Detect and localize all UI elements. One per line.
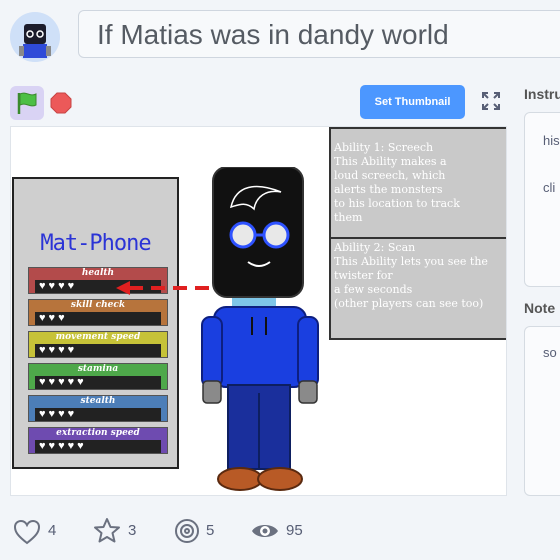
remix-icon (175, 519, 199, 543)
project-page: If Matias was in dandy world Set Thumbna… (0, 0, 560, 560)
instructions-line: his (543, 133, 560, 148)
instructions-box[interactable]: his cli (524, 112, 560, 287)
notes-line: so (543, 345, 557, 360)
info-divider (331, 237, 506, 239)
stop-icon (50, 92, 72, 114)
avatar-image (10, 12, 60, 62)
view-count: 95 (286, 522, 303, 539)
notes-heading: Note (524, 300, 556, 316)
project-title-field[interactable]: If Matias was in dandy world (78, 10, 560, 58)
remix-count: 5 (206, 522, 215, 539)
stop-button[interactable] (50, 92, 72, 114)
love-count: 4 (48, 522, 57, 539)
project-stage[interactable]: Mat-Phone health ♥♥♥♥ skill check ♥♥♥ mo… (10, 126, 507, 496)
project-title: If Matias was in dandy world (97, 19, 449, 50)
instructions-heading: Instru (524, 86, 560, 102)
arrow-head-icon (116, 281, 130, 295)
green-flag-button[interactable] (10, 86, 44, 120)
green-flag-icon (17, 92, 37, 114)
instructions-line: cli (543, 180, 556, 195)
ability-info-panel: Ability 1: Screech This Ability makes a … (329, 127, 506, 340)
star-icon (94, 518, 120, 543)
fullscreen-button[interactable] (476, 86, 506, 116)
favorite-count: 3 (128, 522, 137, 539)
notes-box[interactable]: so (524, 326, 560, 496)
ability-2-text: Ability 2: Scan This Ability lets you se… (334, 241, 488, 310)
ability-1-text: Ability 1: Screech This Ability makes a … (334, 141, 460, 224)
fullscreen-icon (482, 92, 500, 110)
eye-icon (252, 525, 278, 537)
heart-icon (13, 519, 41, 545)
character-illustration (116, 167, 319, 491)
set-thumbnail-button[interactable]: Set Thumbnail (360, 85, 465, 119)
avatar[interactable] (10, 12, 60, 62)
